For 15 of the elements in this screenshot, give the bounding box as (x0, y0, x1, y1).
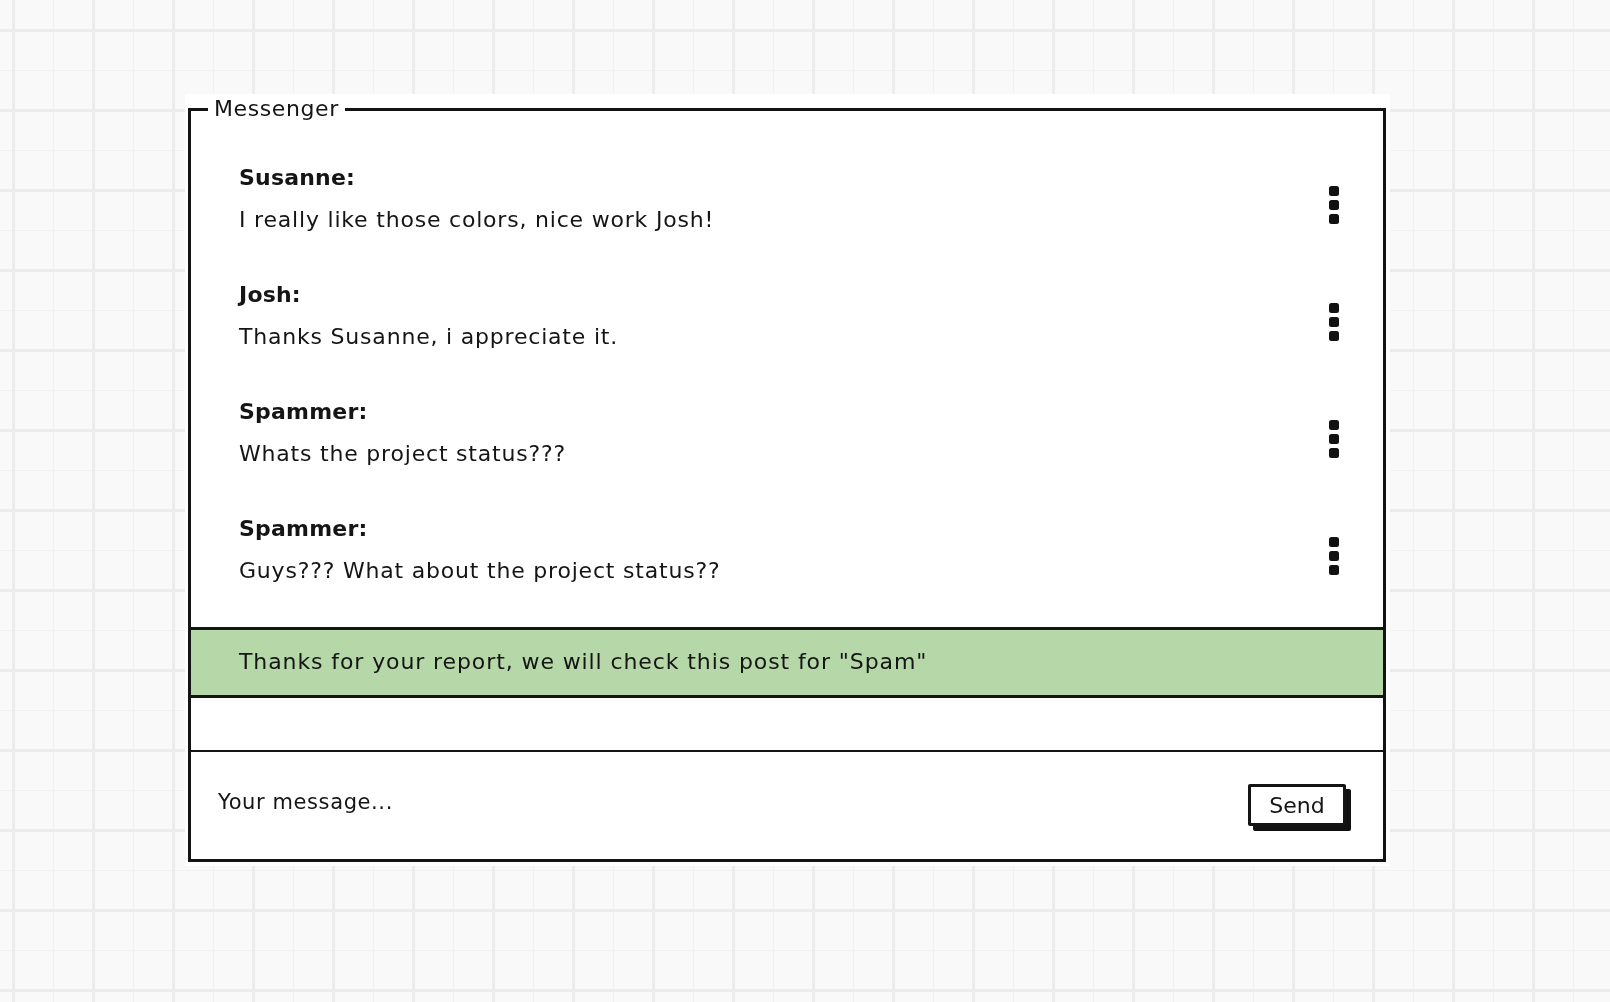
message-input[interactable]: Your message... (218, 782, 1228, 822)
message-text: Guys??? What about the project status?? (239, 557, 721, 585)
window-title: Messenger (213, 96, 340, 122)
message-text: I really like those colors, nice work Josh! (239, 206, 715, 234)
message-text: Thanks Susanne, i appreciate it. (239, 323, 619, 351)
notice-text: Thanks for your report, we will check this post for "Spam" (239, 649, 928, 674)
kebab-menu-icon[interactable] (1329, 537, 1339, 575)
author-name: Josh: (239, 281, 301, 309)
kebab-menu-icon[interactable] (1329, 420, 1339, 458)
kebab-menu-icon[interactable] (1329, 303, 1339, 341)
author-name: Spammer: (239, 398, 368, 426)
author-name: Spammer: (239, 515, 368, 543)
author-name: Susanne: (239, 164, 356, 192)
message-text: Whats the project status??? (239, 440, 566, 468)
kebab-menu-icon[interactable] (1329, 186, 1339, 224)
